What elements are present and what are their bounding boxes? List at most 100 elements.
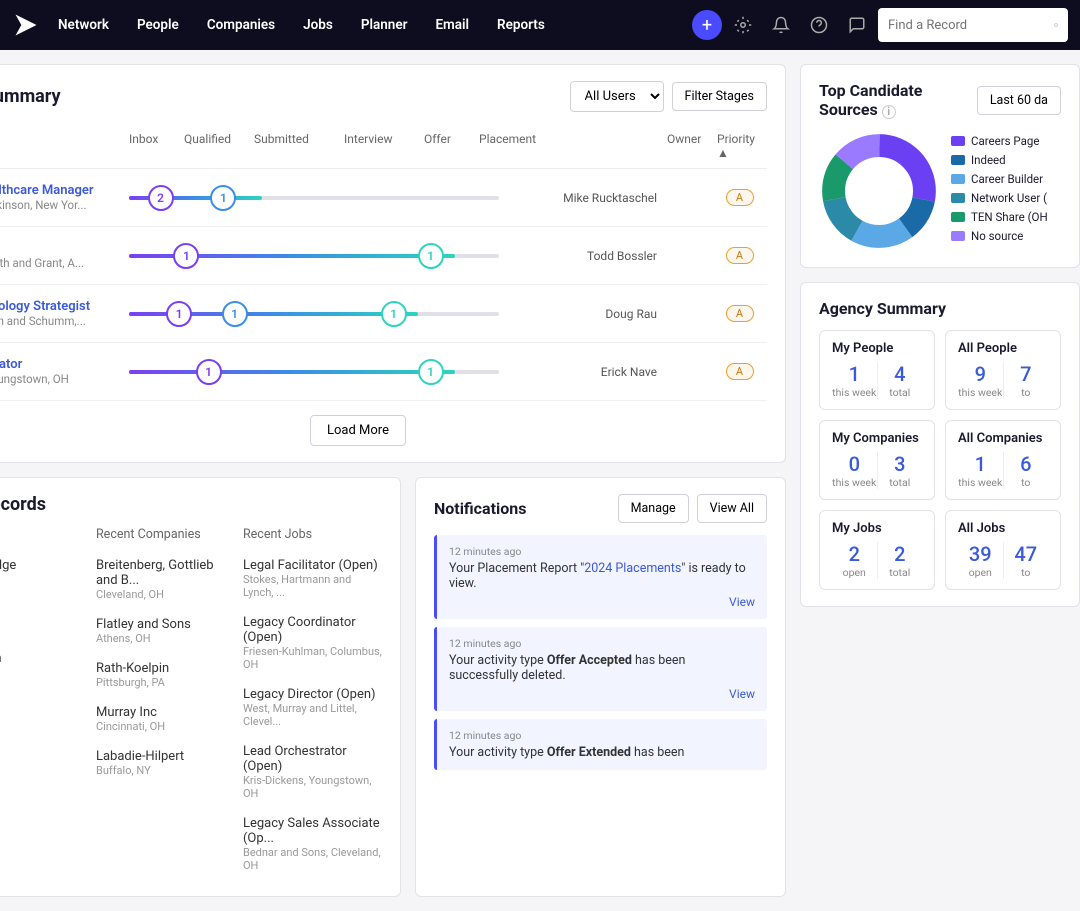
recent-title: ent Records <box>0 494 382 515</box>
recent-item[interactable]: ll Buckridge <box>0 550 88 581</box>
notification-time: 12 minutes ago <box>449 637 755 650</box>
owner-name: Doug Rau <box>499 307 657 321</box>
recent-item[interactable]: Legacy Sales Associate (Op...Bednar and … <box>243 808 382 880</box>
summary-box[interactable]: My Jobs2open2total <box>819 510 935 590</box>
pipeline-row: al Technology Strategist, Hegmann and Sc… <box>0 285 767 343</box>
pipeline-marker[interactable]: 1 <box>222 301 248 327</box>
legend-item: Indeed <box>951 153 1048 167</box>
summary-box[interactable]: All People9this week7to <box>945 330 1061 410</box>
help-icon[interactable] <box>802 8 836 42</box>
user-filter-select[interactable]: All Users <box>570 81 664 112</box>
job-subtitle: valter-Wilkinson, New Yor... <box>0 198 129 212</box>
manage-notifications-button[interactable]: Manage <box>618 494 689 523</box>
nav-network[interactable]: Network <box>44 9 123 41</box>
pipeline-track: 11 <box>129 243 499 269</box>
job-title-link[interactable]: al Technology Strategist <box>0 299 129 314</box>
priority-badge: A <box>726 305 754 322</box>
agency-title: Agency Summary <box>819 299 1061 318</box>
sources-title: Top Candidate Sourcesi <box>819 81 969 119</box>
notification-item: 12 minutes agoYour activity type Offer E… <box>434 719 767 770</box>
recent-item[interactable]: Wills <box>0 581 88 612</box>
add-button[interactable]: + <box>692 10 722 40</box>
pipeline-marker[interactable]: 1 <box>210 185 236 211</box>
owner-name: Erick Nave <box>499 365 657 379</box>
pipeline-col: Interview <box>344 132 424 160</box>
pipeline-col: Submitted <box>254 132 344 160</box>
notification-item: 12 minutes agoYour activity type Offer A… <box>434 627 767 711</box>
info-icon[interactable]: i <box>882 105 896 119</box>
nav-people[interactable]: People <box>123 9 193 41</box>
summary-box[interactable]: All Jobs39open47to <box>945 510 1061 590</box>
nav-planner[interactable]: Planner <box>347 9 422 41</box>
job-subtitle: ckens, Youngstown, OH <box>0 372 129 386</box>
view-all-notifications-button[interactable]: View All <box>697 494 767 523</box>
pipeline-marker[interactable]: 1 <box>418 359 444 385</box>
bell-icon[interactable] <box>764 8 798 42</box>
chart-legend: Careers PageIndeedCareer BuilderNetwork … <box>951 134 1048 248</box>
recent-item[interactable]: Rath-KoelpinPittsburgh, PA <box>96 653 235 697</box>
pipeline-marker[interactable]: 1 <box>173 243 199 269</box>
pipeline-marker[interactable]: 1 <box>166 301 192 327</box>
pipeline-card: line Summary All Users Filter Stages on … <box>0 64 786 463</box>
recent-item[interactable]: Legacy Director (Open)West, Murray and L… <box>243 679 382 736</box>
recent-item[interactable]: Breitenberg, Gottlieb and B...Cleveland,… <box>96 550 235 609</box>
gear-icon[interactable] <box>726 8 760 42</box>
recent-item[interactable]: Legal Facilitator (Open)Stokes, Hartmann… <box>243 550 382 607</box>
notifications-title: Notifications <box>434 499 610 518</box>
notification-link[interactable]: 2024 Placements <box>584 561 681 576</box>
recent-item[interactable]: Labadie-HilpertBuffalo, NY <box>96 741 235 785</box>
search-action-icon[interactable] <box>1054 18 1058 32</box>
pipeline-row: ct Agent, Altenwerth and Grant, A... 11 … <box>0 227 767 285</box>
pipeline-marker[interactable]: 1 <box>196 359 222 385</box>
recent-item[interactable]: y Wierich <box>0 643 88 674</box>
summary-box[interactable]: All Companies1this week6to <box>945 420 1061 500</box>
filter-stages-button[interactable]: Filter Stages <box>672 82 767 111</box>
search-box[interactable] <box>878 8 1068 42</box>
notification-time: 12 minutes ago <box>449 729 755 742</box>
chat-icon[interactable] <box>840 8 874 42</box>
recent-item[interactable]: y Gill <box>0 612 88 643</box>
nav-reports[interactable]: Reports <box>483 9 559 41</box>
legend-item: No source <box>951 229 1048 243</box>
recent-col-head: Recent Companies <box>96 527 235 550</box>
job-title-link[interactable]: ct Agent <box>0 241 129 256</box>
owner-name: Todd Bossler <box>499 249 657 263</box>
legend-item: Network User ( <box>951 191 1048 205</box>
summary-box[interactable]: My Companies0this week3total <box>819 420 935 500</box>
job-title-link[interactable]: mer Healthcare Manager <box>0 183 129 198</box>
pipeline-marker[interactable]: 1 <box>381 301 407 327</box>
recent-item[interactable]: Lead Orchestrator (Open)Kris-Dickens, Yo… <box>243 736 382 808</box>
recent-item[interactable]: Legacy Coordinator (Open)Friesen-Kuhlman… <box>243 607 382 679</box>
job-subtitle: , Altenwerth and Grant, A... <box>0 256 129 270</box>
notification-view-link[interactable]: View <box>449 595 755 609</box>
job-title-link[interactable]: Orchestrator <box>0 357 129 372</box>
pipeline-title: line Summary <box>0 86 562 107</box>
notification-view-link[interactable]: View <box>449 687 755 701</box>
search-input[interactable] <box>888 18 1054 33</box>
nav-companies[interactable]: Companies <box>193 9 289 41</box>
pipeline-col: Priority ▲ <box>717 132 767 160</box>
summary-box[interactable]: My People1this week4total <box>819 330 935 410</box>
load-more-button[interactable]: Load More <box>310 415 406 446</box>
recent-item[interactable]: Flatley and SonsAthens, OH <box>96 609 235 653</box>
recent-col-head: Recent Jobs <box>243 527 382 550</box>
nav-jobs[interactable]: Jobs <box>289 9 347 41</box>
agency-summary-card: Agency Summary My People1this week4total… <box>800 282 1080 607</box>
pipeline-col: Qualified <box>184 132 254 160</box>
pipeline-track: 21 <box>129 185 499 211</box>
pipeline-columns: on TitleInboxQualifiedSubmittedInterview… <box>0 124 767 169</box>
recent-item[interactable]: Smith <box>0 674 88 705</box>
recent-item[interactable]: Murray IncCincinnati, OH <box>96 697 235 741</box>
nav-items: NetworkPeopleCompaniesJobsPlannerEmailRe… <box>44 9 559 41</box>
nav-email[interactable]: Email <box>421 9 483 41</box>
pipeline-col: Offer <box>424 132 479 160</box>
pipeline-marker[interactable]: 2 <box>148 185 174 211</box>
legend-item: TEN Share (OH <box>951 210 1048 224</box>
recent-col-head: t People <box>0 527 88 550</box>
legend-item: Careers Page <box>951 134 1048 148</box>
donut-chart <box>819 131 939 251</box>
pipeline-marker[interactable]: 1 <box>418 243 444 269</box>
date-range-button[interactable]: Last 60 da <box>977 86 1061 115</box>
sources-card: Top Candidate Sourcesi Last 60 da Career… <box>800 64 1080 268</box>
priority-badge: A <box>726 189 754 206</box>
